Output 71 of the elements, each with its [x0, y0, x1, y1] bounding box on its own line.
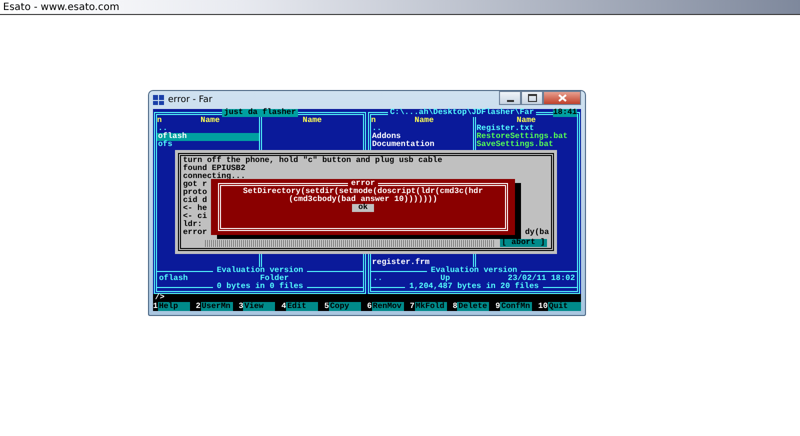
panel-title: just da flasher: [222, 109, 298, 117]
function-key[interactable]: MkFold: [414, 302, 447, 311]
log-line: <- ci: [183, 213, 208, 221]
log-line: error: [183, 229, 208, 237]
key-number: 3: [238, 302, 244, 311]
log-line: ldr:: [183, 221, 202, 229]
ok-button[interactable]: ok: [352, 204, 374, 212]
file-item[interactable]: Documentation: [371, 141, 472, 149]
file-item[interactable]: SaveSettings.bat: [476, 141, 577, 149]
file-item[interactable]: ..: [157, 125, 258, 133]
log-line: found EPIUSB2: [183, 165, 246, 173]
key-number: 8: [452, 302, 458, 311]
function-key[interactable]: Help: [158, 302, 190, 311]
column-header: n: [371, 117, 376, 125]
info-name: ..: [373, 275, 383, 283]
file-item[interactable]: RestoreSettings.bat: [476, 133, 577, 141]
column-header: Name: [302, 117, 323, 125]
error-message: SetDirectory(setdir(setmode(doscript(ldr(cmd3c(hdr: [242, 188, 484, 196]
file-item[interactable]: register.frm: [371, 259, 472, 267]
log-line: cid d: [183, 197, 208, 205]
column-header: n: [157, 117, 162, 125]
window-title: error - Far: [168, 95, 214, 105]
file-item[interactable]: Addons: [371, 133, 472, 141]
info-type: Up: [440, 275, 450, 283]
key-number: 5: [324, 302, 329, 311]
browser-title: Esato - www.esato.com: [3, 2, 120, 12]
close-icon: [558, 94, 566, 102]
info-type: Folder: [260, 275, 289, 283]
panel-summary: 1,204,487 bytes in 20 files: [409, 283, 539, 291]
footer-label: Evaluation version: [216, 267, 304, 275]
function-key[interactable]: Edit: [286, 302, 318, 311]
log-line: dy(ba: [524, 229, 549, 237]
command-prompt[interactable]: />: [153, 294, 581, 302]
file-item[interactable]: Register.txt: [476, 125, 577, 133]
function-key[interactable]: UserMn: [200, 302, 233, 311]
maximize-button[interactable]: [521, 91, 543, 105]
info-date: 23/02/11 18:02: [508, 275, 575, 283]
function-key[interactable]: Copy: [329, 302, 361, 311]
footer-label: Evaluation version: [430, 267, 518, 275]
minimize-button[interactable]: [499, 91, 521, 105]
function-key[interactable]: RenMov: [372, 302, 404, 311]
error-message: (cmd3cbody(bad answer 10))))))): [288, 196, 438, 204]
log-line: got r: [183, 181, 208, 189]
key-number: 7: [410, 302, 415, 311]
column-header: Name: [516, 117, 537, 125]
key-number: 9: [495, 302, 500, 311]
key-number: 4: [281, 302, 286, 311]
key-number: 10: [538, 302, 548, 311]
function-key[interactable]: Delete: [457, 302, 490, 311]
app-icon: [153, 95, 164, 105]
log-line: turn off the phone, hold "c" button and plug usb cable: [183, 157, 442, 165]
log-line: connecting...: [183, 173, 246, 181]
clock: 18:41: [552, 109, 577, 117]
file-item[interactable]: oflash: [157, 133, 258, 141]
log-line: <- he: [183, 205, 208, 213]
column-header: Name: [200, 117, 221, 125]
file-item[interactable]: ofs: [157, 141, 258, 149]
file-item[interactable]: ..: [371, 125, 472, 133]
key-number: 2: [196, 302, 201, 311]
log-line: proto: [183, 189, 208, 197]
panel-title: C:\...ah\Desktop\JDFlasher\Far: [388, 109, 536, 117]
close-button[interactable]: [543, 91, 581, 105]
function-key[interactable]: ConfMn: [500, 302, 532, 311]
function-key[interactable]: Quit: [548, 302, 581, 311]
function-key[interactable]: View: [243, 302, 276, 311]
key-number: 1: [153, 302, 158, 311]
column-header: Name: [414, 117, 435, 125]
panel-summary: 0 bytes in 0 files: [216, 283, 304, 291]
key-number: 6: [366, 302, 372, 311]
dialog-title: error: [348, 180, 378, 188]
info-name: oflash: [159, 275, 188, 283]
